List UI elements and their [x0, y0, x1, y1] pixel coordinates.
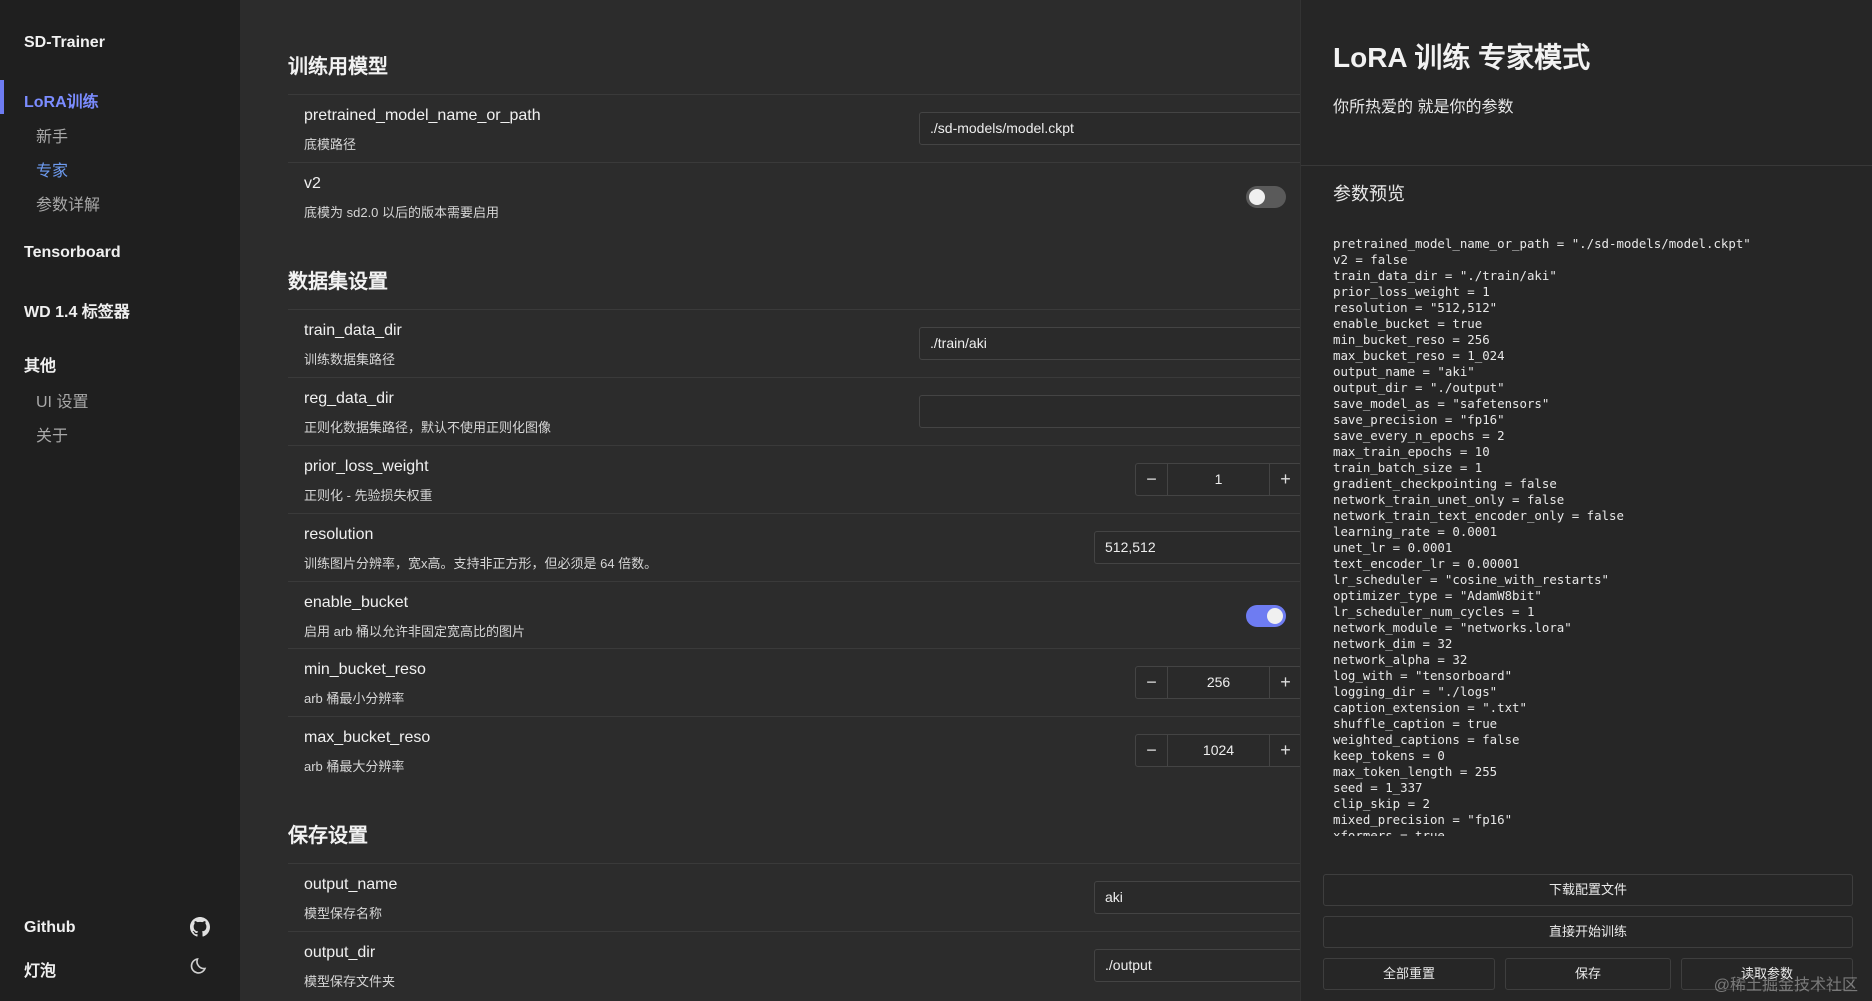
field-desc: 正则化数据集路径，默认不使用正则化图像	[304, 420, 552, 435]
field-label: output_dir	[304, 944, 376, 961]
increment-button[interactable]: +	[1269, 667, 1300, 698]
section-title-model: 训练用模型	[288, 56, 388, 78]
field-label: pretrained_model_name_or_path	[304, 107, 541, 124]
field-row-output-dir: output_dir 模型保存文件夹 ./output	[288, 931, 1300, 999]
train-data-dir-input[interactable]: ./train/aki	[919, 327, 1300, 360]
field-desc: 模型保存文件夹	[304, 974, 396, 989]
field-label: resolution	[304, 526, 374, 543]
enable-bucket-toggle[interactable]	[1246, 605, 1286, 627]
reg-data-dir-input[interactable]	[919, 395, 1300, 428]
stepper-value[interactable]: 1	[1168, 464, 1269, 495]
nav-item-beginner[interactable]: 新手	[36, 123, 68, 147]
nav-other[interactable]: 其他	[24, 352, 56, 376]
field-row-max-bucket-reso: max_bucket_reso arb 桶最大分辨率 − 1024 +	[288, 716, 1300, 784]
field-row-min-bucket-reso: min_bucket_reso arb 桶最小分辨率 − 256 +	[288, 648, 1300, 716]
nav-tensorboard[interactable]: Tensorboard	[24, 244, 121, 262]
field-label: min_bucket_reso	[304, 661, 426, 678]
field-label: output_name	[304, 876, 398, 893]
nav-wd-tagger[interactable]: WD 1.4 标签器	[24, 298, 130, 322]
field-row-output-name: output_name 模型保存名称 aki	[288, 863, 1300, 931]
toggle-knob	[1249, 189, 1265, 205]
reset-all-button[interactable]: 全部重置	[1323, 958, 1495, 990]
app-brand[interactable]: SD-Trainer	[24, 34, 105, 52]
prior-loss-weight-stepper[interactable]: − 1 +	[1135, 463, 1300, 496]
download-config-button[interactable]: 下载配置文件	[1323, 874, 1853, 906]
toggle-knob	[1267, 608, 1283, 624]
section-title-save: 保存设置	[288, 825, 368, 847]
pretrained-path-input[interactable]: ./sd-models/model.ckpt	[919, 112, 1300, 145]
field-label: max_bucket_reso	[304, 729, 431, 746]
decrement-button[interactable]: −	[1136, 735, 1168, 766]
active-indicator	[0, 80, 4, 114]
page-title: LoRA 训练 专家模式	[1333, 42, 1591, 73]
field-desc: 正则化 - 先验损失权重	[304, 488, 433, 503]
field-desc: 底模为 sd2.0 以后的版本需要启用	[304, 205, 500, 220]
min-bucket-reso-stepper[interactable]: − 256 +	[1135, 666, 1300, 699]
page-subtitle: 你所热爱的 就是你的参数	[1333, 99, 1514, 116]
sidebar: SD-Trainer LoRA训练 新手 专家 参数详解 Tensorboard…	[0, 0, 240, 1001]
output-dir-input[interactable]: ./output	[1094, 949, 1300, 982]
increment-button[interactable]: +	[1269, 735, 1300, 766]
nav-item-expert[interactable]: 专家	[36, 157, 68, 181]
nav-lora-training[interactable]: LoRA训练	[24, 88, 99, 112]
field-label: prior_loss_weight	[304, 458, 429, 475]
field-desc: 训练图片分辨率，宽x高。支持非正方形，但必须是 64 倍数。	[304, 556, 658, 571]
max-bucket-reso-stepper[interactable]: − 1024 +	[1135, 734, 1300, 767]
preview-title: 参数预览	[1333, 184, 1405, 204]
decrement-button[interactable]: −	[1136, 464, 1168, 495]
start-training-button[interactable]: 直接开始训练	[1323, 916, 1853, 948]
increment-button[interactable]: +	[1269, 464, 1300, 495]
watermark: @稀土掘金技术社区	[1713, 977, 1858, 994]
field-label: v2	[304, 175, 321, 192]
field-row-enable-bucket: enable_bucket 启用 arb 桶以允许非固定宽高比的图片	[288, 581, 1300, 649]
output-name-input[interactable]: aki	[1094, 881, 1300, 914]
main-settings: 训练用模型 pretrained_model_name_or_path 底模路径…	[240, 0, 1300, 1001]
field-row-resolution: resolution 训练图片分辨率，宽x高。支持非正方形，但必须是 64 倍数…	[288, 513, 1300, 581]
github-link[interactable]: Github	[24, 919, 76, 937]
field-desc: 底模路径	[304, 137, 357, 152]
stepper-value[interactable]: 1024	[1168, 735, 1269, 766]
nav-item-about[interactable]: 关于	[36, 422, 68, 446]
github-icon[interactable]	[190, 917, 210, 937]
decrement-button[interactable]: −	[1136, 667, 1168, 698]
field-desc: 启用 arb 桶以允许非固定宽高比的图片	[304, 624, 526, 639]
moon-icon[interactable]	[190, 955, 210, 975]
field-row-prior-loss-weight: prior_loss_weight 正则化 - 先验损失权重 − 1 +	[288, 445, 1300, 513]
field-label: train_data_dir	[304, 322, 402, 339]
save-button[interactable]: 保存	[1505, 958, 1671, 990]
v2-toggle[interactable]	[1246, 186, 1286, 208]
field-desc: arb 桶最大分辨率	[304, 759, 405, 774]
theme-toggle-label[interactable]: 灯泡	[24, 957, 56, 981]
stepper-value[interactable]: 256	[1168, 667, 1269, 698]
field-label: enable_bucket	[304, 594, 409, 611]
divider	[1301, 165, 1872, 166]
field-desc: 训练数据集路径	[304, 352, 396, 367]
field-label: reg_data_dir	[304, 390, 394, 407]
field-desc: arb 桶最小分辨率	[304, 691, 405, 706]
section-title-dataset: 数据集设置	[288, 271, 388, 293]
param-preview[interactable]: pretrained_model_name_or_path = "./sd-mo…	[1333, 236, 1853, 836]
field-row-pretrained: pretrained_model_name_or_path 底模路径 ./sd-…	[288, 94, 1300, 162]
resolution-input[interactable]: 512,512	[1094, 531, 1300, 564]
nav-item-param-details[interactable]: 参数详解	[36, 191, 100, 215]
right-panel: LoRA 训练 专家模式 你所热爱的 就是你的参数 参数预览 pretraine…	[1300, 0, 1872, 1001]
nav-item-ui-settings[interactable]: UI 设置	[36, 388, 88, 412]
field-row-reg-data-dir: reg_data_dir 正则化数据集路径，默认不使用正则化图像	[288, 377, 1300, 445]
field-row-train-data-dir: train_data_dir 训练数据集路径 ./train/aki	[288, 309, 1300, 377]
field-row-v2: v2 底模为 sd2.0 以后的版本需要启用	[288, 162, 1300, 230]
field-desc: 模型保存名称	[304, 906, 383, 921]
